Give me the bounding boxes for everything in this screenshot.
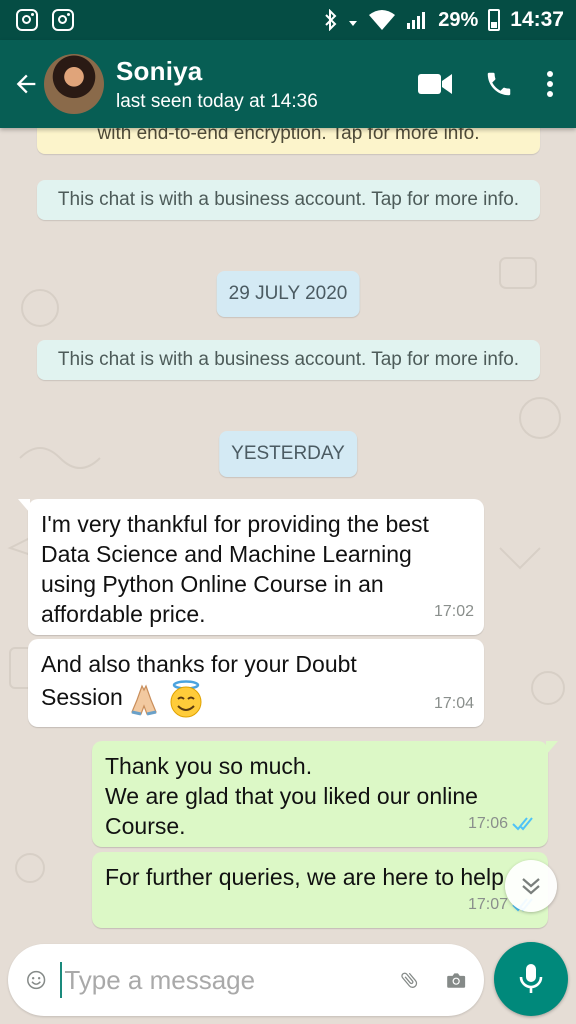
date-divider: YESTERDAY bbox=[219, 431, 357, 477]
video-call-icon[interactable] bbox=[418, 73, 452, 95]
outgoing-message[interactable]: For further queries, we are here to help… bbox=[92, 852, 548, 928]
back-arrow-icon[interactable] bbox=[12, 70, 40, 98]
avatar[interactable] bbox=[44, 54, 104, 114]
message-meta: 17:04 bbox=[434, 689, 474, 719]
chat-area[interactable]: with end-to-end encryption. Tap for more… bbox=[0, 128, 576, 940]
scroll-to-bottom-button[interactable] bbox=[505, 860, 557, 912]
bluetooth-icon bbox=[325, 9, 337, 31]
message-text-line: And also thanks for your Doubt Session bbox=[41, 649, 401, 719]
read-receipt-icon bbox=[512, 817, 533, 831]
smiling-face-with-halo-icon bbox=[170, 680, 202, 718]
business-account-notice[interactable]: This chat is with a business account. Ta… bbox=[37, 180, 540, 220]
message-meta: 17:02 bbox=[434, 597, 474, 627]
microphone-icon bbox=[519, 964, 543, 993]
business-account-notice[interactable]: This chat is with a business account. Ta… bbox=[37, 340, 540, 380]
folded-hands-icon bbox=[131, 684, 158, 716]
system-indicators: 29% 14:37 bbox=[324, 8, 564, 32]
message-meta: 17:06 bbox=[468, 809, 538, 839]
data-arrows-icon bbox=[349, 21, 358, 26]
battery-percent: 29% bbox=[438, 8, 479, 31]
instagram-icon bbox=[52, 9, 74, 31]
contact-info[interactable]: Soniya last seen today at 14:36 bbox=[116, 56, 418, 113]
clock: 14:37 bbox=[510, 8, 564, 31]
incoming-message[interactable]: I'm very thankful for providing the best… bbox=[18, 499, 484, 635]
date-divider: 29 JULY 2020 bbox=[216, 271, 360, 317]
message-composer bbox=[8, 944, 484, 1016]
camera-icon[interactable] bbox=[446, 965, 466, 995]
voice-message-button[interactable] bbox=[494, 942, 568, 1016]
notification-icons bbox=[16, 9, 74, 31]
message-text-line-1: Thank you so much. bbox=[105, 753, 313, 779]
encryption-notice[interactable]: with end-to-end encryption. Tap for more… bbox=[37, 128, 540, 154]
wifi-icon bbox=[369, 10, 396, 30]
incoming-message[interactable]: And also thanks for your Doubt Session 1… bbox=[28, 639, 484, 727]
double-chevron-down-icon bbox=[522, 878, 540, 895]
message-time: 17:04 bbox=[433, 695, 474, 712]
message-text: I'm very thankful for providing the best… bbox=[41, 511, 429, 627]
instagram-icon bbox=[16, 9, 38, 31]
battery-icon bbox=[488, 9, 501, 31]
message-time: 17:02 bbox=[433, 603, 474, 620]
signal-icon bbox=[407, 12, 426, 29]
chat-header: Soniya last seen today at 14:36 bbox=[0, 40, 576, 128]
message-input[interactable] bbox=[60, 962, 400, 998]
header-actions bbox=[418, 69, 554, 99]
message-time: 17:06 bbox=[467, 815, 508, 832]
attach-icon[interactable] bbox=[399, 963, 419, 997]
contact-name: Soniya bbox=[116, 55, 203, 86]
outgoing-message[interactable]: Thank you so much. We are glad that you … bbox=[92, 741, 558, 847]
message-text: For further queries, we are here to help bbox=[105, 864, 504, 890]
status-bar: 29% 14:37 bbox=[0, 0, 576, 40]
voice-call-icon[interactable] bbox=[484, 69, 514, 99]
message-time: 17:07 bbox=[467, 896, 508, 913]
emoji-icon[interactable] bbox=[26, 963, 46, 997]
last-seen-status: last seen today at 14:36 bbox=[116, 90, 318, 112]
more-options-icon[interactable] bbox=[546, 70, 554, 98]
